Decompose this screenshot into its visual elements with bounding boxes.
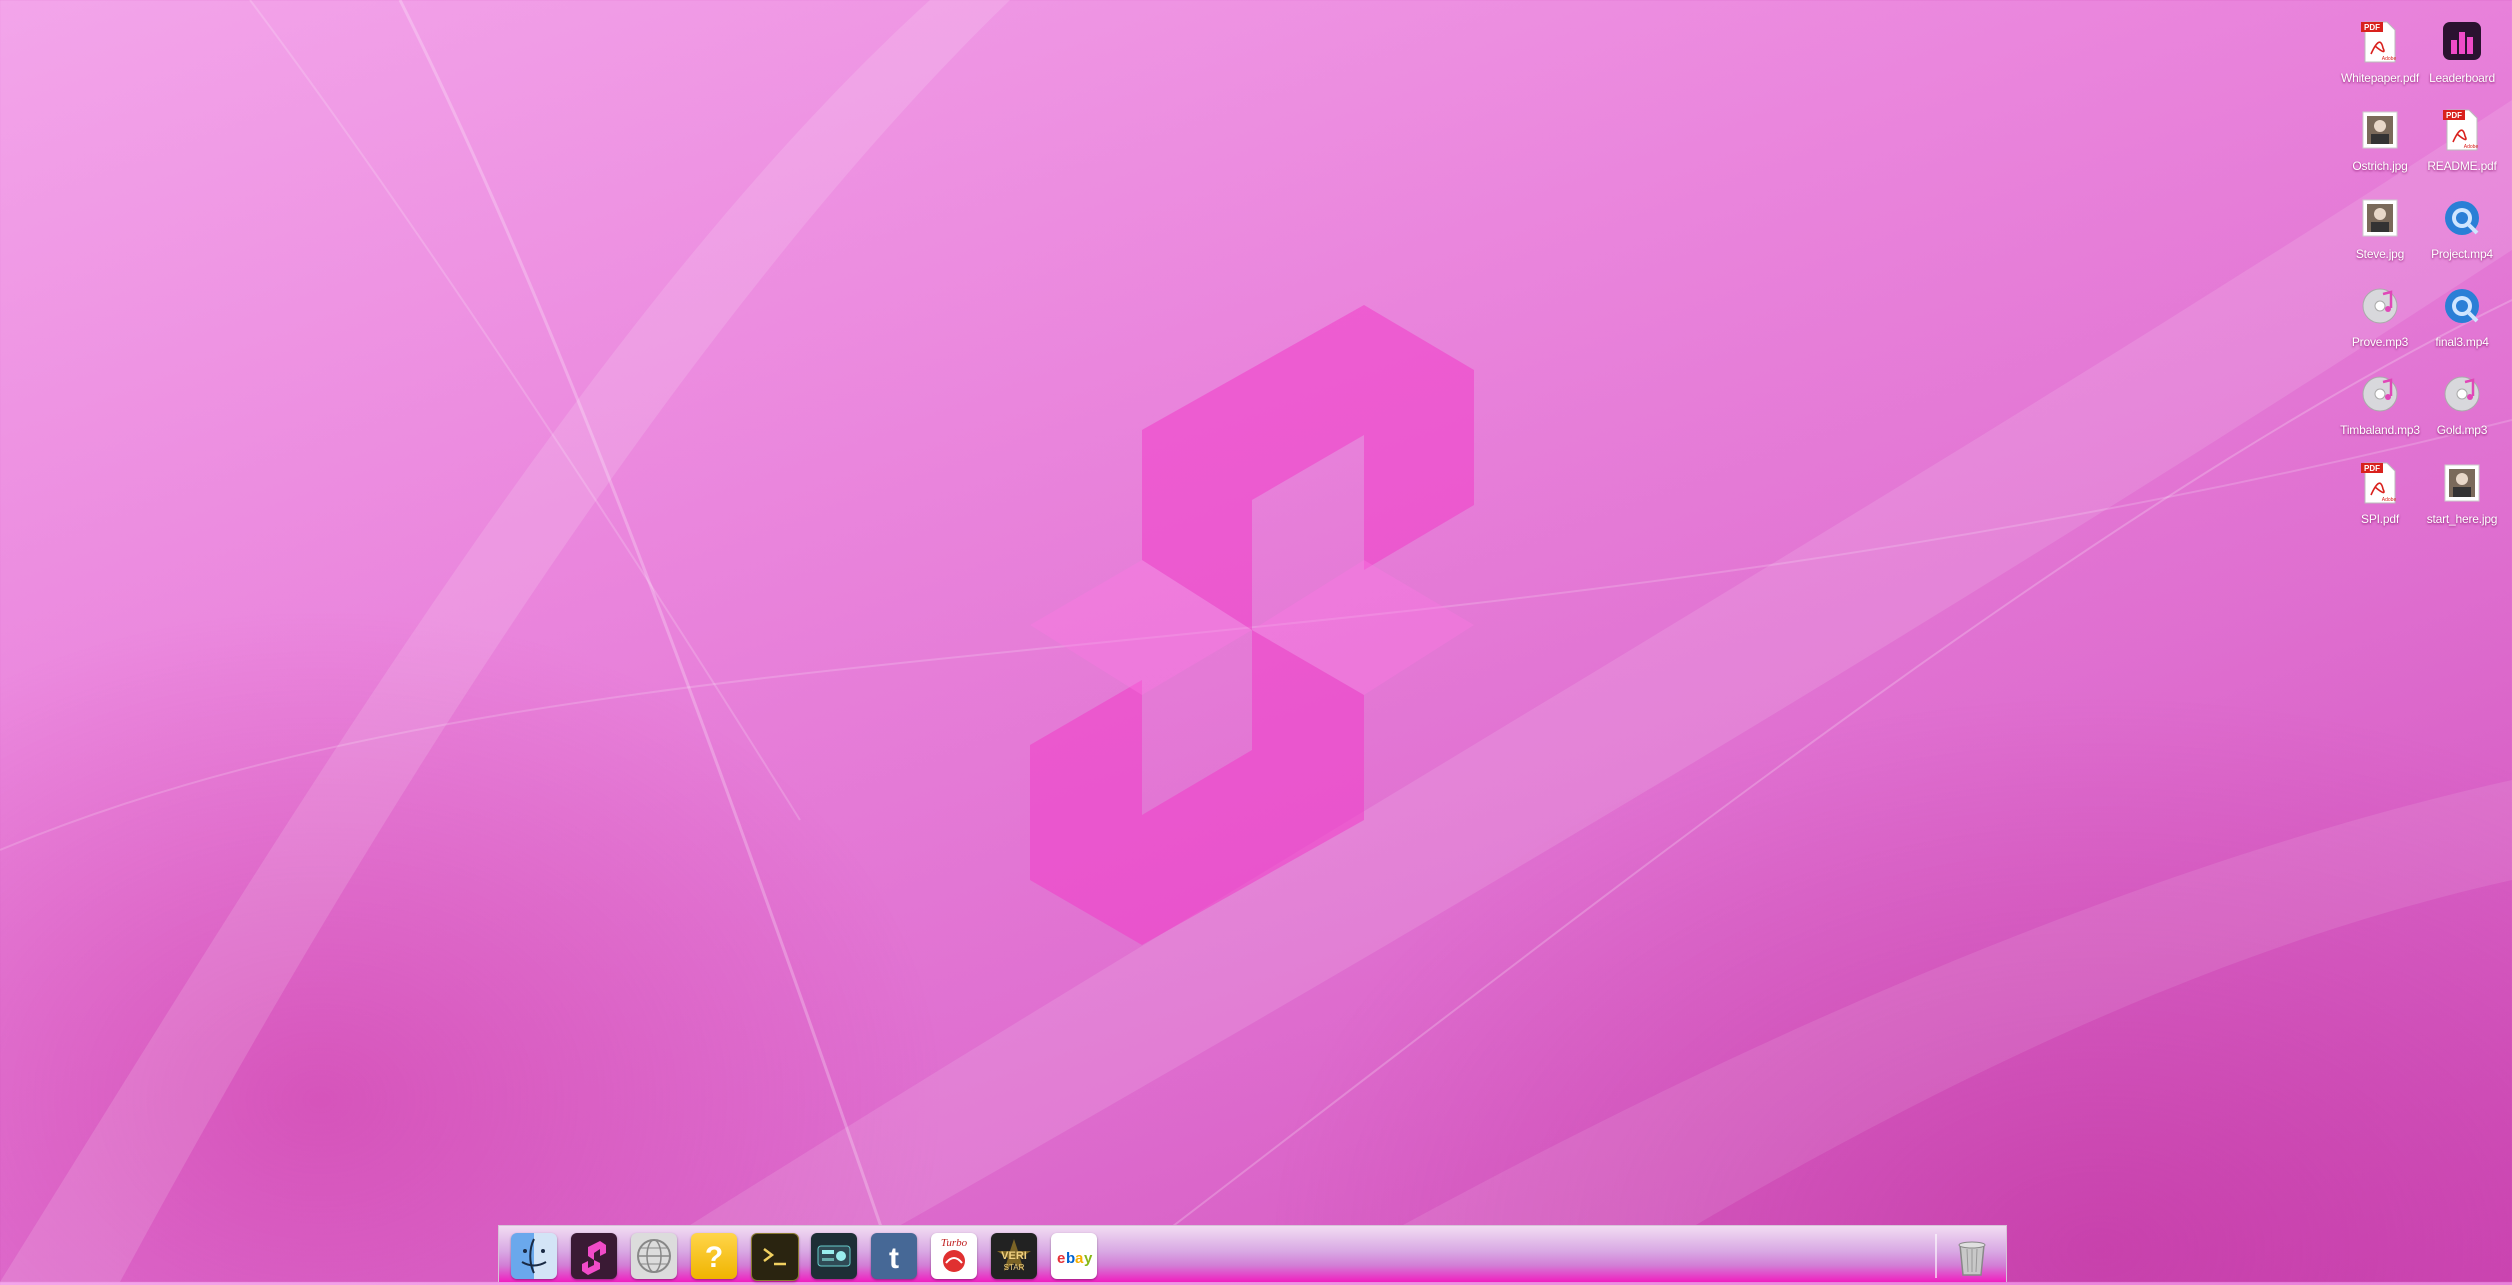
desktop-icon-label: Leaderboard: [2429, 71, 2495, 85]
pdf-icon: PDF Adobe: [2443, 108, 2481, 152]
svg-text:y: y: [1084, 1250, 1093, 1267]
image-file-icon: [2443, 461, 2481, 505]
radio-icon[interactable]: [811, 1233, 857, 1279]
network-globe-icon[interactable]: [631, 1233, 677, 1279]
music-file-icon: [2361, 284, 2399, 328]
svg-text:e: e: [1057, 1250, 1065, 1267]
quicktime-video-icon: [2443, 196, 2481, 240]
ebay-icon[interactable]: ebay: [1051, 1233, 1097, 1279]
svg-text:Adobe: Adobe: [2464, 144, 2479, 150]
svg-text:b: b: [1066, 1250, 1075, 1267]
desktop-icon-leaderboard[interactable]: Leaderboard: [2417, 14, 2507, 94]
help-question-icon[interactable]: ?: [691, 1233, 737, 1279]
tumblr-icon[interactable]: t: [871, 1233, 917, 1279]
desktop-icon-label: Gold.mp3: [2436, 423, 2488, 437]
svg-text:?: ?: [705, 1241, 723, 1274]
desktop-icon-label: start_here.jpg: [2426, 512, 2498, 526]
image-file-icon: [2361, 196, 2399, 240]
finder-icon[interactable]: [511, 1233, 557, 1279]
svg-text:a: a: [1075, 1250, 1084, 1267]
svg-text:Adobe: Adobe: [2382, 56, 2397, 62]
app-logo-icon[interactable]: [571, 1233, 617, 1279]
svg-text:PDF: PDF: [2364, 464, 2380, 473]
desktop-icon-start-here-jpg[interactable]: start_here.jpg: [2417, 455, 2507, 535]
dock: ? t Turbo VERI STAR ebay: [498, 1225, 2007, 1282]
svg-text:STAR: STAR: [1004, 1263, 1025, 1272]
terminal-icon[interactable]: [751, 1233, 799, 1281]
desktop-icon-project-mp4[interactable]: Project.mp4: [2417, 190, 2507, 270]
image-file-icon: [2361, 108, 2399, 152]
svg-text:Adobe: Adobe: [2382, 497, 2397, 503]
svg-text:PDF: PDF: [2364, 23, 2380, 32]
quicktime-video-icon: [2443, 284, 2481, 328]
svg-text:PDF: PDF: [2446, 111, 2462, 120]
music-file-icon: [2361, 372, 2399, 416]
dock-separator: [1935, 1234, 1937, 1278]
desktop-icon-label: README.pdf: [2427, 159, 2497, 173]
pdf-icon: PDF Adobe: [2361, 20, 2399, 64]
center-logo-watermark: [1030, 305, 1474, 945]
desktop-icon-readme-pdf[interactable]: PDF Adobe README.pdf: [2417, 102, 2507, 182]
desktop-icon-label: final3.mp4: [2435, 335, 2489, 349]
veristar-icon[interactable]: VERI STAR: [991, 1233, 1037, 1279]
trash-icon[interactable]: [1949, 1233, 1995, 1279]
desktop-icon-label: Project.mp4: [2431, 247, 2493, 261]
desktop-icon-final3-mp4[interactable]: final3.mp4: [2417, 278, 2507, 358]
music-file-icon: [2443, 372, 2481, 416]
pdf-icon: PDF Adobe: [2361, 461, 2399, 505]
desktop-icon-gold-mp3[interactable]: Gold.mp3: [2417, 366, 2507, 446]
svg-text:VERI: VERI: [1001, 1250, 1027, 1262]
turbo-app-icon[interactable]: Turbo: [931, 1233, 977, 1279]
leaderboard-app-icon: [2443, 20, 2481, 64]
svg-text:t: t: [889, 1242, 899, 1275]
svg-text:Turbo: Turbo: [941, 1237, 968, 1249]
